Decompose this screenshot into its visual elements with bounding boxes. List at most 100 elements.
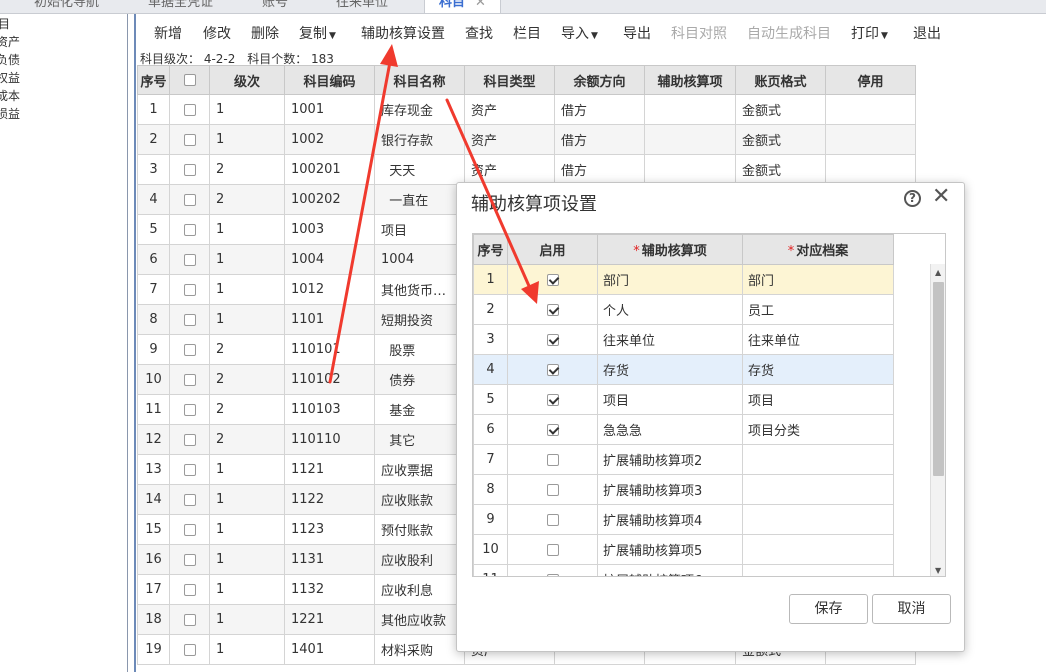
enabled-checkbox[interactable]	[546, 573, 559, 576]
aux-cell-enabled[interactable]	[507, 564, 598, 576]
cell-select[interactable]	[169, 274, 210, 305]
aux-cell-file[interactable]: 项目	[742, 384, 894, 415]
row-checkbox[interactable]	[183, 583, 196, 596]
cell-select[interactable]	[169, 244, 210, 275]
aux-cell-file[interactable]	[742, 534, 894, 565]
tab-init-nav[interactable]: 初始化导航	[34, 0, 99, 10]
tab-subjects[interactable]: 科目 ✕	[424, 0, 501, 13]
sidebar-item-pnl[interactable]: 损益	[0, 107, 20, 121]
table-row[interactable]: 1 1 1001 库存现金 资产 借方 金额式	[137, 94, 916, 125]
cell-select[interactable]	[169, 94, 210, 125]
print-button[interactable]: 打印 ▼	[851, 23, 888, 43]
export-button[interactable]: 导出	[623, 23, 651, 43]
enabled-checkbox[interactable]	[546, 453, 559, 466]
aux-cell-file[interactable]: 部门	[742, 264, 894, 295]
enabled-checkbox[interactable]	[546, 333, 559, 346]
enabled-checkbox[interactable]	[546, 513, 559, 526]
sidebar-item-cost[interactable]: 成本	[0, 89, 20, 103]
cell-select[interactable]	[169, 604, 210, 635]
enabled-checkbox[interactable]	[546, 363, 559, 376]
aux-cell-item[interactable]: 项目	[597, 384, 743, 415]
row-checkbox[interactable]	[183, 133, 196, 146]
aux-row[interactable]: 9 扩展辅助核算项4	[473, 504, 894, 535]
columns-button[interactable]: 栏目	[513, 23, 541, 43]
aux-cell-file[interactable]	[742, 444, 894, 475]
enabled-checkbox[interactable]	[546, 393, 559, 406]
save-button[interactable]: 保存	[789, 594, 868, 624]
cell-select[interactable]	[169, 394, 210, 425]
aux-cell-enabled[interactable]	[507, 534, 598, 565]
aux-row[interactable]: 7 扩展辅助核算项2	[473, 444, 894, 475]
row-checkbox[interactable]	[183, 643, 196, 656]
cell-select[interactable]	[169, 484, 210, 515]
aux-cell-item[interactable]: 急急急	[597, 414, 743, 445]
mapping-button[interactable]: 科目对照	[671, 23, 727, 43]
exit-button[interactable]: 退出	[913, 23, 941, 43]
aux-row[interactable]: 8 扩展辅助核算项3	[473, 474, 894, 505]
aux-cell-item[interactable]: 个人	[597, 294, 743, 325]
aux-cell-enabled[interactable]	[507, 414, 598, 445]
aux-cell-item[interactable]: 扩展辅助核算项5	[597, 534, 743, 565]
aux-cell-file[interactable]	[742, 504, 894, 535]
aux-row[interactable]: 6 急急急 项目分类	[473, 414, 894, 445]
help-icon[interactable]: ?	[904, 190, 921, 207]
row-checkbox[interactable]	[183, 163, 196, 176]
aux-cell-file[interactable]: 项目分类	[742, 414, 894, 445]
row-checkbox[interactable]	[183, 553, 196, 566]
import-button[interactable]: 导入 ▼	[561, 23, 598, 43]
aux-scrollbar[interactable]: ▲ ▼	[930, 264, 945, 576]
find-button[interactable]: 查找	[465, 23, 493, 43]
tab-partner[interactable]: 往来单位	[336, 0, 388, 10]
sidebar-item-subject[interactable]: 目	[0, 17, 10, 31]
aux-cell-enabled[interactable]	[507, 384, 598, 415]
row-checkbox[interactable]	[183, 403, 196, 416]
row-checkbox[interactable]	[183, 523, 196, 536]
row-checkbox[interactable]	[183, 463, 196, 476]
cell-select[interactable]	[169, 424, 210, 455]
col-select-all[interactable]	[169, 65, 210, 95]
aux-row[interactable]: 3 往来单位 往来单位	[473, 324, 894, 355]
row-checkbox[interactable]	[183, 373, 196, 386]
cell-select[interactable]	[169, 514, 210, 545]
scrollbar-thumb[interactable]	[933, 282, 944, 476]
scroll-up-icon[interactable]: ▲	[935, 268, 941, 277]
aux-settings-button[interactable]: 辅助核算设置	[361, 23, 445, 43]
delete-button[interactable]: 删除	[251, 23, 279, 43]
tab-voucher[interactable]: 单据全凭证	[148, 0, 213, 10]
aux-cell-enabled[interactable]	[507, 444, 598, 475]
sidebar-item-liabilities[interactable]: 负债	[0, 53, 20, 67]
row-checkbox[interactable]	[183, 283, 196, 296]
auto-generate-button[interactable]: 自动生成科目	[747, 23, 831, 43]
enabled-checkbox[interactable]	[546, 303, 559, 316]
aux-cell-enabled[interactable]	[507, 354, 598, 385]
aux-row[interactable]: 1 部门 部门	[473, 264, 894, 295]
sidebar-item-equity[interactable]: 权益	[0, 71, 20, 85]
sidebar-splitter[interactable]	[128, 14, 136, 672]
enabled-checkbox[interactable]	[546, 423, 559, 436]
aux-cell-item[interactable]: 扩展辅助核算项6	[597, 564, 743, 576]
enabled-checkbox[interactable]	[546, 483, 559, 496]
aux-row[interactable]: 5 项目 项目	[473, 384, 894, 415]
row-checkbox[interactable]	[183, 313, 196, 326]
add-button[interactable]: 新增	[154, 23, 182, 43]
aux-cell-item[interactable]: 扩展辅助核算项3	[597, 474, 743, 505]
aux-cell-item[interactable]: 往来单位	[597, 324, 743, 355]
enabled-checkbox[interactable]	[546, 273, 559, 286]
cell-select[interactable]	[169, 574, 210, 605]
cell-select[interactable]	[169, 334, 210, 365]
table-row[interactable]: 3 2 100201 天天 资产 借方 金额式	[137, 154, 916, 185]
row-checkbox[interactable]	[183, 253, 196, 266]
edit-button[interactable]: 修改	[203, 23, 231, 43]
aux-cell-item[interactable]: 存货	[597, 354, 743, 385]
row-checkbox[interactable]	[183, 103, 196, 116]
aux-cell-enabled[interactable]	[507, 294, 598, 325]
aux-row[interactable]: 11 扩展辅助核算项6	[473, 564, 894, 576]
aux-cell-enabled[interactable]	[507, 504, 598, 535]
scroll-down-icon[interactable]: ▼	[935, 566, 941, 575]
aux-cell-file[interactable]	[742, 564, 894, 576]
cell-select[interactable]	[169, 454, 210, 485]
aux-cell-item[interactable]: 部门	[597, 264, 743, 295]
copy-button[interactable]: 复制 ▼	[299, 23, 336, 43]
cell-select[interactable]	[169, 184, 210, 215]
aux-cell-item[interactable]: 扩展辅助核算项4	[597, 504, 743, 535]
